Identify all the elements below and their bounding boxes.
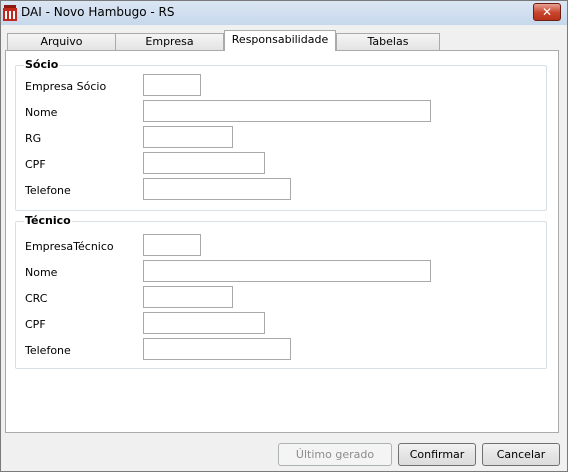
tecnico-group-title: Técnico <box>24 214 72 227</box>
tecnico-nome-input[interactable] <box>143 260 431 282</box>
title-bar[interactable]: DAI - Novo Hambugo - RS ✕ <box>1 1 567 25</box>
socio-rg-label: RG <box>25 132 42 145</box>
tab-arquivo[interactable]: Arquivo <box>7 33 116 50</box>
tecnico-cpf-input[interactable] <box>143 312 265 334</box>
tab-tabelas-obrigatorias[interactable]: Tabelas Obrigatórias <box>336 33 440 64</box>
socio-cpf-label: CPF <box>25 158 46 171</box>
cancelar-button[interactable]: Cancelar <box>482 443 560 466</box>
tecnico-cpf-label: CPF <box>25 318 46 331</box>
empresa-tecnico-label: EmpresaTécnico <box>25 240 114 253</box>
dialog-window: DAI - Novo Hambugo - RS ✕ Arquivo Empres… <box>0 0 568 472</box>
socio-nome-label: Nome <box>25 106 58 119</box>
socio-rg-input[interactable] <box>143 126 233 148</box>
confirmar-button[interactable]: Confirmar <box>398 443 476 466</box>
tecnico-telefone-input[interactable] <box>143 338 291 360</box>
socio-telefone-label: Telefone <box>25 184 71 197</box>
empresa-socio-input[interactable] <box>143 74 201 96</box>
empresa-tecnico-input[interactable] <box>143 234 201 256</box>
close-icon: ✕ <box>541 5 553 19</box>
window-title: DAI - Novo Hambugo - RS <box>21 5 175 19</box>
ultimo-gerado-button[interactable]: Último gerado <box>278 443 392 466</box>
close-button[interactable]: ✕ <box>533 3 561 21</box>
socio-telefone-input[interactable] <box>143 178 291 200</box>
tab-bar: Arquivo Empresa Responsabilidade Tabelas… <box>7 30 559 64</box>
tab-responsabilidade[interactable]: Responsabilidade <box>224 30 336 51</box>
tab-empresa[interactable]: Empresa <box>115 33 224 50</box>
tecnico-nome-label: Nome <box>25 266 58 279</box>
tab-panel: Sócio Empresa Sócio Nome RG CPF Telefone… <box>5 50 559 433</box>
empresa-socio-label: Empresa Sócio <box>25 80 107 93</box>
socio-cpf-input[interactable] <box>143 152 265 174</box>
tecnico-telefone-label: Telefone <box>25 344 71 357</box>
tecnico-crc-input[interactable] <box>143 286 233 308</box>
tecnico-crc-label: CRC <box>25 292 48 305</box>
socio-group-title: Sócio <box>24 58 60 71</box>
socio-nome-input[interactable] <box>143 100 431 122</box>
app-logo-icon <box>3 5 17 21</box>
